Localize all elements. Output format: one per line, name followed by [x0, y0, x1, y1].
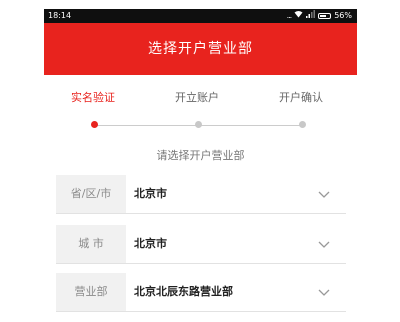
signal-icon [306, 9, 316, 23]
chevron-down-icon[interactable] [318, 286, 330, 298]
chevron-down-icon[interactable] [318, 188, 330, 200]
chevron-down-icon[interactable] [318, 238, 330, 250]
step-indicator: 实名验证 开立账户 开户确认 [44, 75, 357, 135]
branch-value: 北京北辰东路营业部 [134, 285, 233, 298]
battery-percent: 56% [334, 11, 352, 20]
select-branch-prompt: 请选择开户营业部 [156, 149, 245, 162]
city-select[interactable]: 城 市 北京市 [56, 225, 346, 264]
province-value: 北京市 [134, 187, 167, 200]
city-label: 城 市 [56, 225, 126, 263]
phone-screen: 18:14 ... 56% 选择开户营业部 实名验证 开立账户 开户确认 请选择… [44, 9, 357, 322]
step-dot-confirm [299, 121, 306, 128]
province-select[interactable]: 省/区/市 北京市 [56, 175, 346, 214]
province-label: 省/区/市 [56, 175, 126, 213]
city-value: 北京市 [134, 237, 167, 250]
branch-label: 营业部 [56, 273, 126, 311]
status-bar: 18:14 ... 56% [44, 9, 357, 23]
step-label-open-account: 开立账户 [175, 91, 219, 104]
status-icons: ... 56% [287, 9, 352, 23]
battery-icon [318, 13, 332, 19]
notification-dots: ... [286, 11, 293, 20]
status-time: 18:14 [48, 11, 72, 20]
step-dot-verification [91, 121, 98, 128]
page-title: 选择开户营业部 [44, 23, 357, 75]
step-label-confirm: 开户确认 [279, 91, 323, 104]
branch-select[interactable]: 营业部 北京北辰东路营业部 [56, 273, 346, 312]
step-label-verification: 实名验证 [71, 91, 115, 104]
step-dot-open-account [195, 121, 202, 128]
wifi-icon [294, 9, 303, 23]
